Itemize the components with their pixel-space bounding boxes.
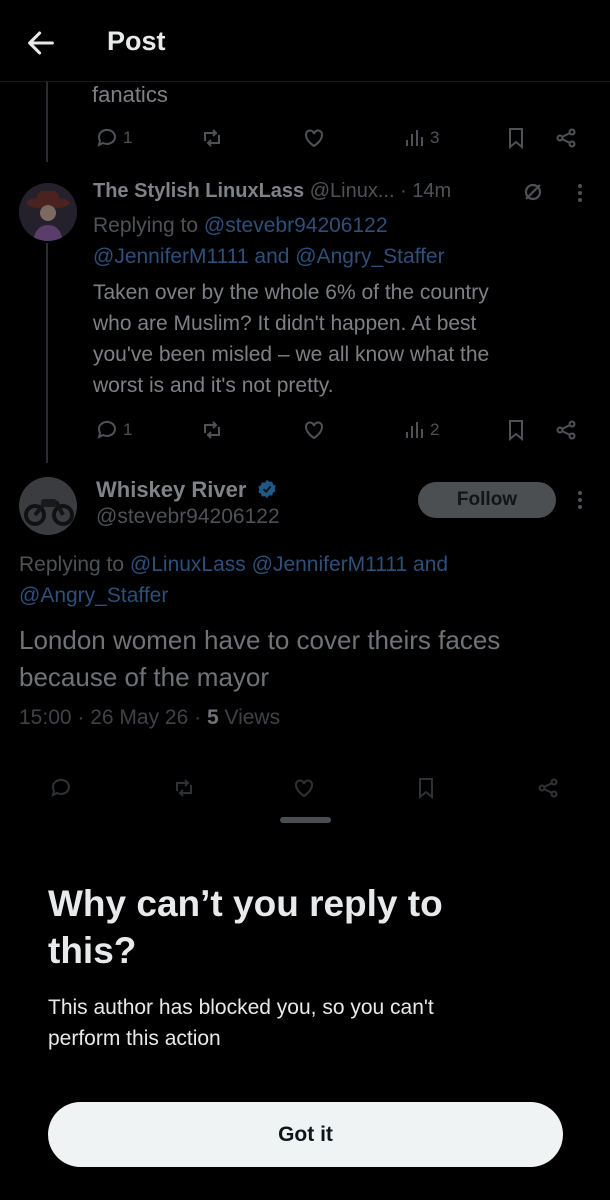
sheet-title-line: Why can’t you reply to — [48, 883, 443, 924]
reply-button[interactable] — [49, 774, 73, 802]
back-arrow-icon[interactable] — [24, 26, 58, 60]
post-timestamp: 15:00 · 26 May 26 · — [19, 706, 207, 729]
reply-button[interactable]: 1 — [95, 416, 132, 444]
post-meta: 15:00 · 26 May 26 · 5 Views — [19, 706, 280, 730]
views-count: 5 — [206, 706, 219, 729]
like-button[interactable] — [302, 416, 326, 444]
heart-icon — [305, 421, 323, 440]
reply-body: Taken over by the whole 6% of the countr… — [93, 277, 489, 401]
reply-icon — [97, 420, 116, 439]
views-button[interactable]: 2 — [402, 416, 439, 444]
views-count: 2 — [430, 420, 440, 439]
top-bar: Post — [0, 0, 610, 82]
like-button[interactable] — [292, 774, 316, 802]
mention-link[interactable]: @stevebr94206122 — [204, 214, 388, 237]
reply-icon — [51, 778, 70, 797]
repost-button[interactable] — [200, 416, 224, 444]
repost-button[interactable] — [200, 124, 224, 152]
main-text-line: because of the mayor — [19, 662, 270, 692]
share-icon — [538, 778, 558, 798]
main-author-handle[interactable]: @stevebr94206122 — [96, 505, 280, 529]
share-button[interactable] — [536, 774, 560, 802]
views-button[interactable]: 3 — [402, 124, 439, 152]
reply-post-actions: 1 2 — [0, 416, 610, 446]
replying-to: Replying to @LinuxLass @JenniferM1111 an… — [19, 549, 448, 611]
sheet-title-line: this? — [48, 930, 137, 971]
bookmark-icon — [509, 128, 523, 150]
heart-icon — [295, 779, 313, 798]
sheet-message: This author has blocked you, so you can'… — [48, 992, 568, 1054]
share-button[interactable] — [554, 416, 578, 444]
reply-button[interactable]: 1 — [95, 124, 132, 152]
main-author-name-line: Whiskey River — [96, 477, 278, 503]
mention-links[interactable]: @LinuxLass @JenniferM1111 and — [130, 553, 448, 576]
bookmark-button[interactable] — [504, 416, 528, 444]
body-line: you've been misled – we all know what th… — [93, 343, 490, 366]
views-label[interactable]: Views — [219, 706, 280, 729]
repost-icon — [204, 421, 220, 439]
like-button[interactable] — [302, 124, 326, 152]
repost-icon — [176, 779, 192, 797]
main-text-line: London women have to cover theirs faces — [19, 625, 501, 655]
avatar-image — [19, 183, 77, 241]
body-line: worst is and it's not pretty. — [93, 374, 334, 397]
mention-links[interactable]: @JenniferM1111 and @Angry_Staffer — [93, 241, 445, 272]
page-title: Post — [107, 26, 166, 56]
main-post-text: London women have to cover theirs faces … — [19, 622, 599, 696]
sheet-title: Why can’t you reply to this? — [48, 880, 568, 974]
reply-icon — [97, 128, 116, 147]
sheet-message-line: This author has blocked you, so you can'… — [48, 996, 434, 1019]
author-handle[interactable]: @Linux... — [310, 180, 395, 202]
views-icon — [406, 422, 423, 438]
share-icon — [556, 420, 576, 440]
author-name[interactable]: The Stylish LinuxLass — [93, 180, 304, 202]
prev-post-actions: 1 3 — [0, 124, 610, 154]
sheet-message-line: perform this action — [48, 1027, 221, 1050]
body-line: who are Muslim? It didn't happen. At bes… — [93, 312, 477, 335]
heart-icon — [305, 129, 323, 148]
author-name[interactable]: Whiskey River — [96, 477, 246, 502]
replying-label: Replying to — [93, 214, 199, 237]
repost-icon — [204, 129, 220, 147]
verified-badge-icon — [258, 479, 276, 499]
views-count: 3 — [430, 128, 440, 147]
got-it-button[interactable]: Got it — [48, 1102, 563, 1167]
share-icon — [556, 128, 576, 148]
follow-button[interactable]: Follow — [418, 482, 556, 518]
reply-count: 1 — [123, 420, 133, 439]
bookmark-icon — [419, 778, 433, 800]
bookmark-icon — [509, 420, 523, 442]
repost-button[interactable] — [172, 774, 196, 802]
avatar[interactable] — [19, 183, 77, 241]
avatar-image — [19, 477, 77, 535]
grok-icon[interactable] — [521, 180, 545, 204]
more-options-icon[interactable] — [576, 488, 584, 512]
avatar[interactable] — [19, 477, 77, 535]
mention-link[interactable]: @Angry_Staffer — [19, 580, 448, 611]
more-options-icon[interactable] — [576, 181, 584, 205]
share-button[interactable] — [554, 124, 578, 152]
bookmark-button[interactable] — [414, 774, 438, 802]
sheet-drag-handle[interactable] — [280, 817, 331, 823]
main-post-actions — [0, 774, 610, 804]
reply-count: 1 — [123, 128, 133, 147]
replying-label: Replying to — [19, 553, 125, 576]
post-time: · 14m — [400, 180, 452, 202]
prev-post-text: fanatics — [92, 82, 168, 107]
body-line: Taken over by the whole 6% of the countr… — [93, 281, 489, 304]
bookmark-button[interactable] — [504, 124, 528, 152]
replying-to: Replying to @stevebr94206122 @JenniferM1… — [93, 210, 445, 272]
views-icon — [406, 130, 423, 146]
reply-author-line: The Stylish LinuxLass @Linux... · 14m — [93, 180, 451, 203]
